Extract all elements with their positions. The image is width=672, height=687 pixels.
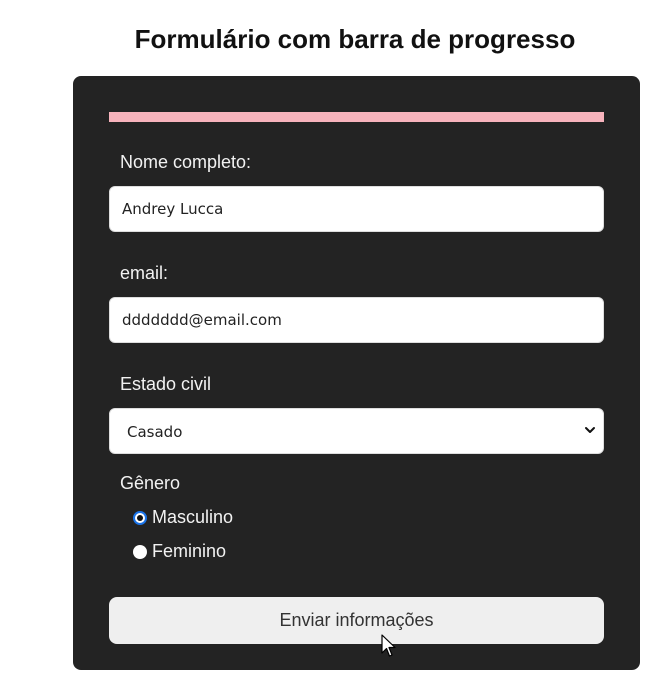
- marital-status-label: Estado civil: [120, 374, 212, 394]
- marital-status-selected-value: Casado: [127, 423, 183, 441]
- submit-button[interactable]: Enviar informações: [109, 597, 604, 644]
- gender-option-label: Feminino: [152, 541, 227, 561]
- progress-bar: [109, 112, 604, 122]
- email-label: email:: [120, 263, 169, 283]
- progress-bar-fill: [109, 112, 604, 122]
- cursor-icon: [381, 634, 396, 657]
- name-label: Nome completo:: [120, 152, 252, 172]
- name-field[interactable]: [109, 186, 604, 232]
- gender-option-label: Masculino: [152, 507, 234, 527]
- gender-option-feminino[interactable]: Feminino: [133, 541, 226, 562]
- radio-button[interactable]: [133, 544, 147, 559]
- email-field[interactable]: [109, 297, 604, 343]
- marital-status-select[interactable]: Casado: [109, 408, 604, 454]
- radio-button[interactable]: [133, 510, 147, 525]
- page-title: Formulário com barra de progresso: [134, 24, 576, 54]
- gender-label: Gênero: [120, 473, 181, 493]
- form-card: Nome completo: email: Estado civil Casad…: [73, 76, 640, 670]
- gender-option-masculino[interactable]: Masculino: [133, 507, 233, 528]
- chevron-down-icon: [585, 427, 595, 433]
